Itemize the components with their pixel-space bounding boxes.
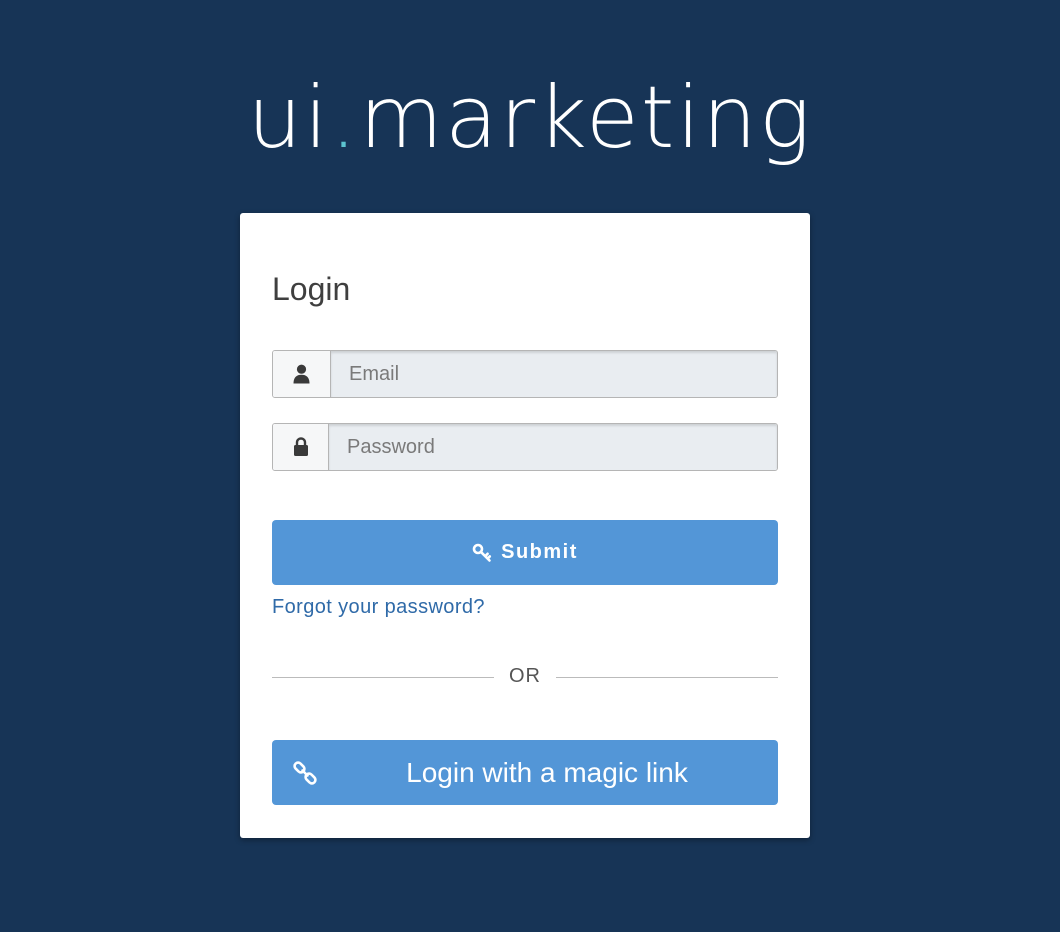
magic-link-button-label: Login with a magic link (406, 756, 688, 788)
user-icon (273, 351, 331, 397)
link-icon (293, 761, 317, 785)
password-input[interactable] (329, 424, 777, 470)
key-icon (472, 543, 492, 562)
forgot-password-link[interactable]: Forgot your password? (272, 596, 485, 619)
email-input[interactable] (331, 351, 777, 397)
lock-icon (273, 424, 329, 470)
submit-button-label: Submit (501, 541, 578, 563)
submit-button[interactable]: Submit (272, 520, 778, 585)
or-divider: OR (272, 665, 778, 691)
logo-text-ui: ui (247, 68, 330, 168)
email-input-group (272, 350, 778, 398)
login-page: ui.marketing Login Email Submit Forgot y… (0, 0, 1060, 932)
logo-text-marketing: marketing (359, 68, 813, 168)
divider-line-right (556, 677, 778, 678)
login-title: Login (272, 271, 351, 307)
login-card: Login Submit (240, 213, 810, 838)
password-input-group (272, 423, 778, 471)
logo-dot: . (329, 68, 360, 168)
brand-logo: ui.marketing (0, 68, 1060, 168)
magic-link-button[interactable]: Login with a magic link (272, 740, 778, 805)
